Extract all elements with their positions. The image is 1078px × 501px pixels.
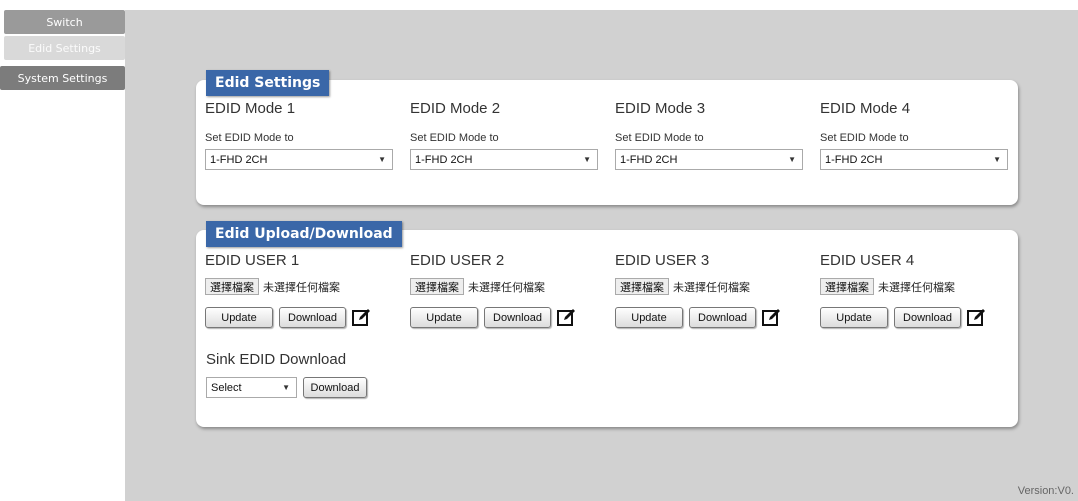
- edid-user-heading: EDID USER 1: [205, 252, 300, 269]
- choose-file-button[interactable]: 選擇檔案: [615, 278, 669, 295]
- download-button[interactable]: Download: [484, 307, 551, 328]
- no-file-label: 未選擇任何檔案: [468, 281, 545, 294]
- version-label: Version:V0.: [1017, 485, 1074, 497]
- edid-mode-heading: EDID Mode 2: [410, 100, 501, 117]
- edid-user-3: EDID USER 3 選擇檔案 未選擇任何檔案 Update Download: [615, 252, 815, 328]
- chevron-down-icon: ▼: [583, 155, 591, 164]
- nav-switch[interactable]: Switch: [4, 10, 125, 34]
- edid-user-heading: EDID USER 3: [615, 252, 710, 269]
- select-value: 1-FHD 2CH: [825, 153, 883, 166]
- no-file-label: 未選擇任何檔案: [878, 281, 955, 294]
- nav-system-settings[interactable]: System Settings: [0, 66, 125, 90]
- select-value: 1-FHD 2CH: [620, 153, 678, 166]
- choose-file-button[interactable]: 選擇檔案: [410, 278, 464, 295]
- choose-file-button[interactable]: 選擇檔案: [820, 278, 874, 295]
- select-value: Select: [211, 381, 242, 394]
- edid-mode-select[interactable]: 1-FHD 2CH ▼: [615, 149, 803, 170]
- update-button[interactable]: Update: [820, 307, 888, 328]
- download-button[interactable]: Download: [894, 307, 961, 328]
- chevron-down-icon: ▼: [993, 155, 1001, 164]
- edid-user-2: EDID USER 2 選擇檔案 未選擇任何檔案 Update Download: [410, 252, 610, 328]
- sink-edid-section: Sink EDID Download Select ▼ Download: [206, 351, 367, 398]
- edid-mode-heading: EDID Mode 3: [615, 100, 706, 117]
- no-file-label: 未選擇任何檔案: [263, 281, 340, 294]
- edit-icon[interactable]: [967, 308, 986, 327]
- edid-mode-2: EDID Mode 2 Set EDID Mode to 1-FHD 2CH ▼: [410, 100, 610, 170]
- edid-mode-heading: EDID Mode 4: [820, 100, 911, 117]
- chevron-down-icon: ▼: [788, 155, 796, 164]
- edid-mode-label: Set EDID Mode to: [820, 132, 909, 144]
- sink-download-button[interactable]: Download: [303, 377, 367, 398]
- edid-mode-heading: EDID Mode 1: [205, 100, 296, 117]
- no-file-label: 未選擇任何檔案: [673, 281, 750, 294]
- edid-user-heading: EDID USER 4: [820, 252, 915, 269]
- select-value: 1-FHD 2CH: [210, 153, 268, 166]
- select-value: 1-FHD 2CH: [415, 153, 473, 166]
- edit-icon[interactable]: [352, 308, 371, 327]
- sink-edid-heading: Sink EDID Download: [206, 351, 347, 368]
- edit-icon[interactable]: [557, 308, 576, 327]
- edid-mode-1: EDID Mode 1 Set EDID Mode to 1-FHD 2CH ▼: [205, 100, 405, 170]
- update-button[interactable]: Update: [410, 307, 478, 328]
- choose-file-button[interactable]: 選擇檔案: [205, 278, 259, 295]
- edid-user-4: EDID USER 4 選擇檔案 未選擇任何檔案 Update Download: [820, 252, 1020, 328]
- edid-mode-select[interactable]: 1-FHD 2CH ▼: [410, 149, 598, 170]
- chevron-down-icon: ▼: [378, 155, 386, 164]
- edid-mode-4: EDID Mode 4 Set EDID Mode to 1-FHD 2CH ▼: [820, 100, 1020, 170]
- edid-mode-select[interactable]: 1-FHD 2CH ▼: [820, 149, 1008, 170]
- chevron-down-icon: ▼: [282, 383, 290, 392]
- edid-mode-label: Set EDID Mode to: [615, 132, 704, 144]
- edid-mode-label: Set EDID Mode to: [205, 132, 294, 144]
- nav-edid-settings[interactable]: Edid Settings: [4, 36, 125, 60]
- edid-user-1: EDID USER 1 選擇檔案 未選擇任何檔案 Update Download: [205, 252, 405, 328]
- sink-select[interactable]: Select ▼: [206, 377, 297, 398]
- edid-mode-select[interactable]: 1-FHD 2CH ▼: [205, 149, 393, 170]
- update-button[interactable]: Update: [205, 307, 273, 328]
- download-button[interactable]: Download: [279, 307, 346, 328]
- edid-upload-title: Edid Upload/Download: [206, 221, 402, 247]
- update-button[interactable]: Update: [615, 307, 683, 328]
- edid-mode-3: EDID Mode 3 Set EDID Mode to 1-FHD 2CH ▼: [615, 100, 815, 170]
- edid-mode-label: Set EDID Mode to: [410, 132, 499, 144]
- download-button[interactable]: Download: [689, 307, 756, 328]
- edid-user-heading: EDID USER 2: [410, 252, 505, 269]
- edit-icon[interactable]: [762, 308, 781, 327]
- edid-settings-title: Edid Settings: [206, 70, 330, 96]
